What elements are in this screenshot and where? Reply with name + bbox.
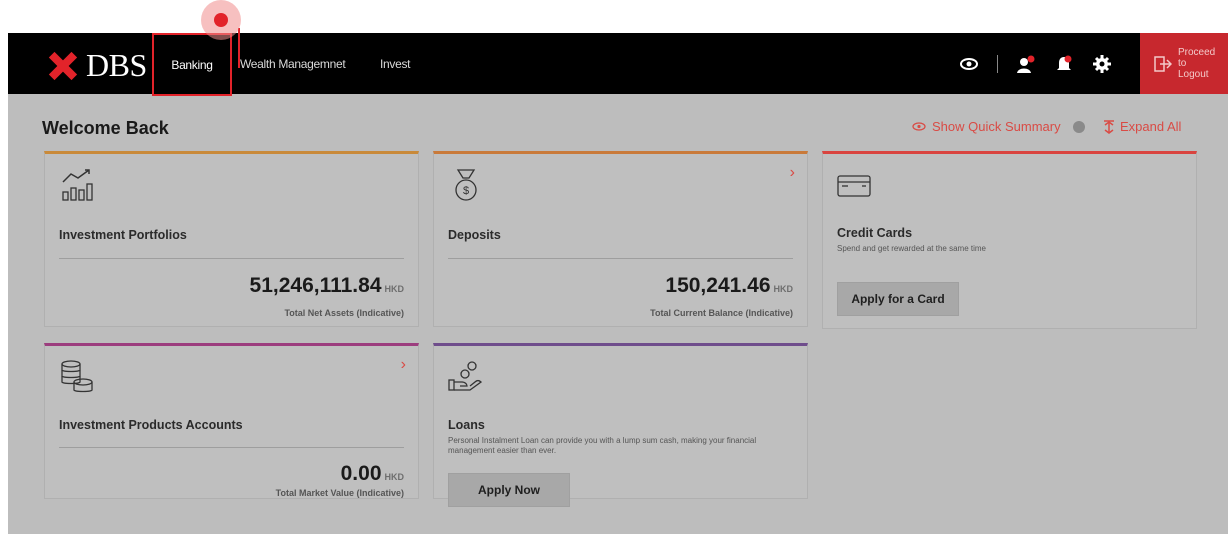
expand-all-link[interactable]: Expand All	[1104, 119, 1181, 134]
eye-icon[interactable]	[959, 54, 979, 74]
dbs-x-mark-icon	[44, 50, 82, 82]
chevron-right-icon[interactable]: ›	[790, 164, 795, 182]
page-title: Welcome Back	[42, 118, 169, 138]
currency-code: HKD	[773, 284, 794, 294]
logout-label: Proceed to Logout	[1178, 47, 1216, 80]
notification-bell-icon[interactable]	[1054, 54, 1074, 74]
coin-stack-icon	[59, 360, 95, 394]
card-description: Personal Instalment Loan can provide you…	[448, 436, 757, 455]
top-navigation-bar: DBS Banking Wealth Managemnet Invest Pro…	[8, 33, 1228, 96]
card-divider	[59, 447, 404, 448]
logout-button[interactable]: Proceed to Logout	[1140, 33, 1228, 94]
user-help-icon[interactable]	[1016, 54, 1036, 74]
apply-for-card-button[interactable]: Apply for a Card	[837, 282, 959, 316]
quick-summary-label: Show Quick Summary	[932, 119, 1061, 134]
credit-cards-card[interactable]: Credit Cards Spend and get rewarded at t…	[822, 151, 1197, 329]
card-subtitle: Total Market Value (Indicative)	[275, 488, 404, 498]
settings-gear-icon[interactable]	[1092, 54, 1112, 74]
logout-icon	[1154, 55, 1172, 72]
app-window: DBS Banking Wealth Managemnet Invest Pro…	[8, 28, 1228, 534]
card-title: Investment Portfolios	[59, 228, 187, 242]
card-subtitle: Total Net Assets (Indicative)	[284, 308, 404, 318]
currency-code: HKD	[384, 284, 405, 294]
amount-value: 51,246,111.84	[249, 274, 382, 297]
card-divider	[59, 258, 404, 259]
expand-icon	[1104, 119, 1114, 134]
investment-portfolios-card[interactable]: Investment Portfolios 51,246,111.84 HKD …	[44, 151, 419, 327]
svg-text:$: $	[463, 185, 469, 197]
click-marker-line	[238, 28, 240, 68]
investment-chart-icon	[59, 168, 95, 202]
investment-products-accounts-card[interactable]: › Investment Products Accounts 0.00 HKD …	[44, 343, 419, 499]
credit-card-icon	[837, 174, 873, 208]
show-quick-summary-link[interactable]: Show Quick Summary	[912, 119, 1085, 134]
amount-value: 150,241.46	[665, 274, 771, 297]
card-description: Spend and get rewarded at the same time	[837, 244, 986, 253]
info-icon[interactable]	[1072, 120, 1085, 133]
toolbar-separator	[997, 54, 998, 73]
chevron-right-icon[interactable]: ›	[401, 356, 406, 374]
card-amount: 51,246,111.84 HKD	[250, 274, 404, 298]
card-subtitle: Total Current Balance (Indicative)	[650, 308, 793, 318]
card-amount: 150,241.46 HKD	[665, 274, 793, 298]
amount-value: 0.00	[340, 462, 382, 485]
expand-all-label: Expand All	[1120, 119, 1182, 134]
money-bag-icon: $	[448, 168, 484, 202]
eye-icon	[912, 122, 926, 131]
card-divider	[448, 258, 793, 259]
click-marker	[201, 0, 241, 40]
card-title: Investment Products Accounts	[59, 418, 243, 432]
loans-card[interactable]: Loans Personal Instalment Loan can provi…	[433, 343, 808, 507]
card-title: Loans	[448, 418, 485, 432]
nav-tab-invest[interactable]: Invest	[380, 33, 411, 94]
brand-name: DBS	[86, 47, 147, 83]
nav-tab-wealth-management[interactable]: Wealth Managemnet	[240, 33, 346, 94]
hand-coins-icon	[448, 360, 484, 394]
currency-code: HKD	[384, 472, 405, 482]
card-amount: 0.00 HKD	[341, 462, 404, 486]
card-title: Credit Cards	[837, 226, 913, 240]
apply-now-button[interactable]: Apply Now	[448, 473, 570, 507]
toolbar-icons	[959, 33, 1112, 94]
card-title: Deposits	[448, 228, 501, 242]
nav-tab-banking[interactable]: Banking	[152, 33, 232, 96]
deposits-card[interactable]: $ › Deposits 150,241.46 HKD Total Curren…	[433, 151, 808, 327]
dbs-logo[interactable]: DBS	[44, 47, 147, 84]
